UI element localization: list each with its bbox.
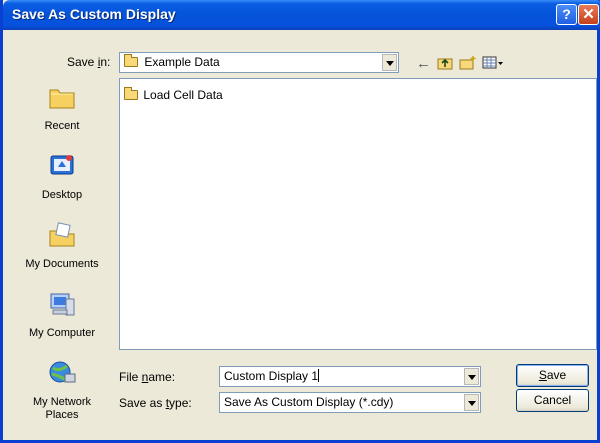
back-arrow-icon[interactable]: ← [416,55,431,73]
file-item-label: Load Cell Data [143,88,223,102]
title-bar[interactable]: Save As Custom Display ? ✕ [3,0,600,30]
save-as-type-value: Save As Custom Display (*.cdy) [224,395,394,409]
save-in-combo[interactable]: Example Data [119,52,399,73]
dialog-title: Save As Custom Display [12,6,176,22]
file-name-input[interactable]: Custom Display 1 [219,366,481,387]
file-list[interactable]: Load Cell Data [119,78,597,350]
up-folder-icon[interactable] [437,55,453,73]
place-my-computer[interactable]: My Computer [8,283,116,347]
text-caret [318,369,320,382]
folder-icon [124,87,138,100]
file-name-label: File name: [119,370,176,384]
place-recent[interactable]: Recent [8,76,116,140]
save-as-type-select[interactable]: Save As Custom Display (*.cdy) [219,392,481,413]
new-folder-icon[interactable] [459,55,477,73]
folder-icon [124,54,138,67]
desktop-icon [48,153,76,179]
save-in-label: Save in: [67,55,111,69]
recent-icon [48,84,76,110]
place-my-documents[interactable]: My Documents [8,214,116,278]
places-bar: Recent Desktop My Documents My Computer … [8,76,116,432]
my-documents-icon [48,222,76,248]
list-item[interactable]: Load Cell Data [124,87,223,102]
chevron-down-icon[interactable] [464,368,479,385]
save-button[interactable]: Save [516,364,589,387]
chevron-down-icon[interactable] [382,54,397,71]
place-my-network-places[interactable]: My Network Places [8,352,116,432]
my-computer-icon [48,291,76,317]
place-desktop[interactable]: Desktop [8,145,116,209]
help-button[interactable]: ? [556,4,577,25]
save-in-value: Example Data [144,55,220,69]
network-places-icon [48,360,76,386]
save-as-dialog: Save As Custom Display ? ✕ Save in: Exam… [0,0,600,443]
close-button[interactable]: ✕ [578,4,599,25]
save-as-type-label: Save as type: [119,396,192,410]
cancel-button[interactable]: Cancel [516,389,589,412]
chevron-down-icon[interactable] [464,394,479,411]
views-menu-icon[interactable] [482,55,504,73]
file-name-value: Custom Display 1 [224,369,319,383]
